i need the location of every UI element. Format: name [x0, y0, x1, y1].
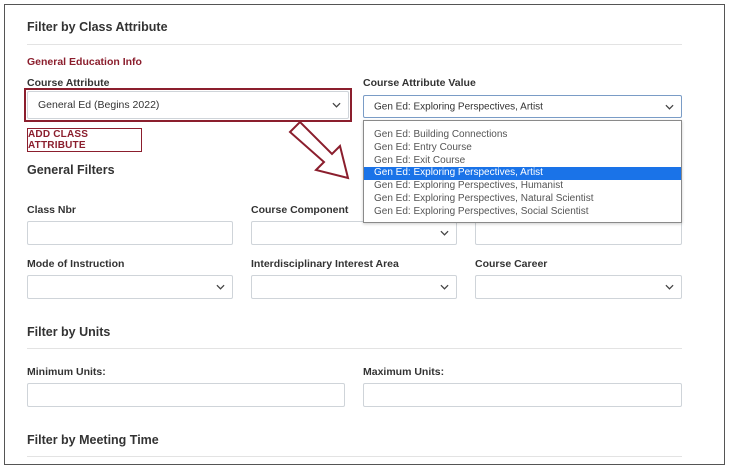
- chevron-down-icon: [440, 230, 449, 236]
- minimum-units-label: Minimum Units:: [27, 366, 106, 378]
- attribute-value-selected: Gen Ed: Exploring Perspectives, Artist: [374, 101, 543, 112]
- course-career-label: Course Career: [475, 258, 548, 270]
- meeting-time-section-title: Filter by Meeting Time: [27, 433, 159, 447]
- minimum-units-input[interactable]: [27, 383, 345, 407]
- section-divider: [27, 456, 682, 457]
- chevron-down-icon: [216, 284, 225, 290]
- dropdown-option[interactable]: Gen Ed: Exploring Perspectives, Social S…: [364, 206, 681, 219]
- gen-ed-subheading: General Education Info: [27, 56, 142, 68]
- filter-panel: Filter by Class Attribute General Educat…: [4, 4, 725, 465]
- maximum-units-label: Maximum Units:: [363, 366, 445, 378]
- attribute-value-dropdown-list: Gen Ed: Building Connections Gen Ed: Ent…: [363, 120, 682, 223]
- class-nbr-label: Class Nbr: [27, 204, 77, 216]
- general-filter-field-3[interactable]: [475, 221, 682, 245]
- section-divider: [27, 348, 682, 349]
- general-filters-title: General Filters: [27, 163, 115, 177]
- mode-of-instruction-select[interactable]: [27, 275, 233, 299]
- units-section-title: Filter by Units: [27, 325, 111, 339]
- course-component-select[interactable]: [251, 221, 457, 245]
- mode-of-instruction-label: Mode of Instruction: [27, 258, 125, 270]
- course-attribute-highlight: [24, 88, 352, 122]
- class-nbr-input[interactable]: [27, 221, 233, 245]
- dropdown-option[interactable]: Gen Ed: Exploring Perspectives, Natural …: [364, 193, 681, 206]
- chevron-down-icon: [440, 284, 449, 290]
- class-attribute-section-title: Filter by Class Attribute: [27, 20, 168, 34]
- dropdown-option[interactable]: Gen Ed: Entry Course: [364, 142, 681, 155]
- dropdown-option[interactable]: Gen Ed: Exploring Perspectives, Humanist: [364, 180, 681, 193]
- interest-area-label: Interdisciplinary Interest Area: [251, 258, 399, 270]
- chevron-down-icon: [665, 284, 674, 290]
- dropdown-option[interactable]: Gen Ed: Exit Course: [364, 155, 681, 168]
- course-career-select[interactable]: [475, 275, 682, 299]
- dropdown-option-selected[interactable]: Gen Ed: Exploring Perspectives, Artist: [364, 167, 681, 181]
- attribute-value-select[interactable]: Gen Ed: Exploring Perspectives, Artist: [363, 95, 682, 118]
- dropdown-option[interactable]: Gen Ed: Building Connections: [364, 129, 681, 142]
- attribute-value-label: Course Attribute Value: [363, 77, 476, 89]
- maximum-units-input[interactable]: [363, 383, 682, 407]
- interest-area-select[interactable]: [251, 275, 457, 299]
- add-class-attribute-button[interactable]: ADD CLASS ATTRIBUTE: [27, 128, 142, 152]
- pointer-arrow-icon: [288, 120, 350, 180]
- section-divider: [27, 44, 682, 45]
- course-component-label: Course Component: [251, 204, 349, 216]
- chevron-down-icon: [665, 104, 674, 110]
